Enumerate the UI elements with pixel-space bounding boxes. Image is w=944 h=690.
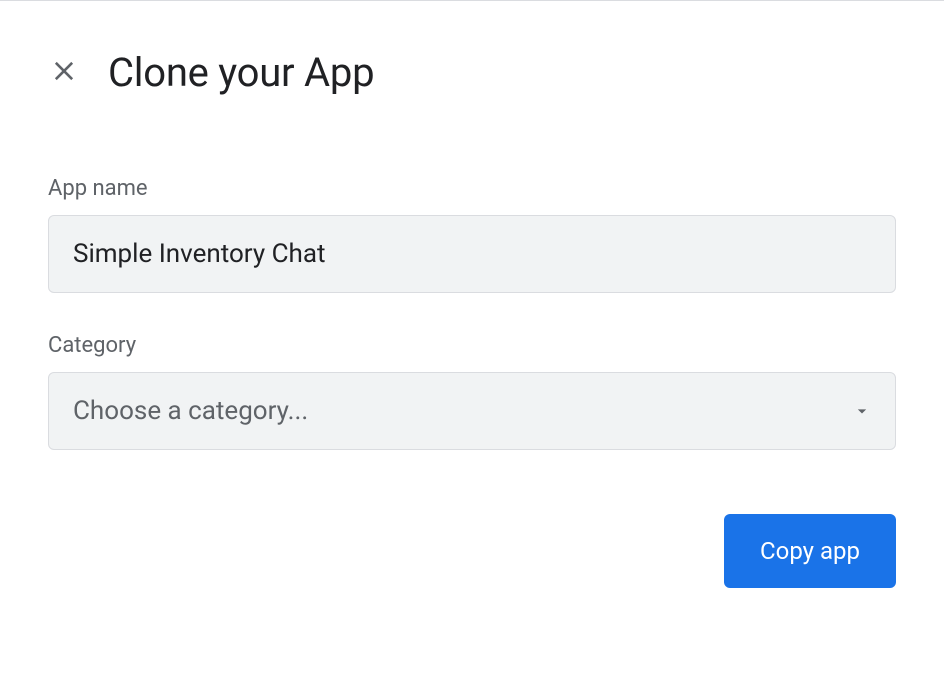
- app-name-label: App name: [48, 176, 896, 201]
- dialog-title: Clone your App: [108, 49, 374, 96]
- category-select-wrapper: Choose a category...: [48, 372, 896, 450]
- category-label: Category: [48, 333, 896, 358]
- clone-app-dialog: Clone your App App name Category Choose …: [0, 1, 944, 636]
- app-name-field-group: App name: [48, 176, 896, 293]
- close-button[interactable]: [48, 57, 80, 89]
- category-select[interactable]: Choose a category...: [48, 372, 896, 450]
- dialog-header: Clone your App: [48, 49, 896, 96]
- category-field-group: Category Choose a category...: [48, 333, 896, 450]
- copy-app-button[interactable]: Copy app: [724, 514, 896, 588]
- dialog-actions: Copy app: [48, 514, 896, 588]
- close-icon: [50, 57, 78, 88]
- app-name-input[interactable]: [48, 215, 896, 293]
